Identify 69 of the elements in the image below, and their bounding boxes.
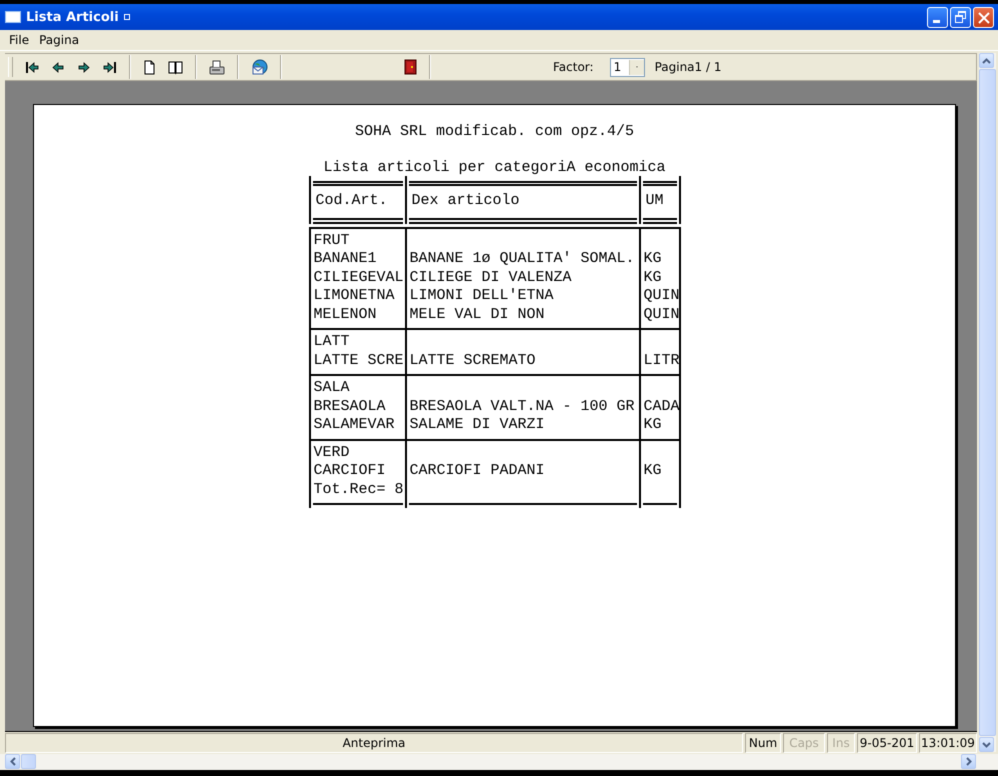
category-code: FRUT	[314, 232, 350, 248]
table-cell: QUIN	[644, 287, 680, 304]
table-cell: CARCIOFI	[314, 462, 386, 479]
chevron-right-icon[interactable]	[966, 757, 972, 766]
scroll-thumb[interactable]	[979, 69, 996, 736]
app-icon	[5, 11, 21, 23]
table-cell: CADA	[644, 398, 680, 414]
table-cell: KG	[644, 250, 662, 267]
restore-button[interactable]	[950, 6, 971, 28]
table-cell: BRESAOLA VALT.NA - 100 GR	[410, 398, 635, 414]
table-cell: LITR	[644, 352, 680, 368]
minimize-button[interactable]	[927, 6, 948, 28]
table-cell: SALAMEVAR	[314, 416, 395, 433]
printer-icon[interactable]	[209, 60, 225, 74]
category-code: SALA	[314, 379, 350, 396]
scroll-thumb[interactable]	[21, 754, 36, 769]
table-cell: KG	[644, 416, 662, 433]
scroll-left-button[interactable]	[5, 754, 20, 769]
table-cell: BRESAOLA	[314, 398, 386, 414]
table-cell: LIMONI DELL'ETNA	[410, 287, 554, 304]
record-total: Tot.Rec= 8	[314, 480, 404, 498]
table-cell: LIMONETNA	[314, 287, 395, 304]
column-header: Cod.Art.	[314, 192, 388, 209]
table-cell: SALAME DI VARZI	[410, 416, 545, 433]
status-date: 9-05-201	[857, 733, 917, 753]
next-page-icon[interactable]	[77, 60, 91, 74]
scroll-up-button[interactable]	[979, 53, 994, 68]
scroll-down-button[interactable]	[979, 737, 994, 752]
table-cell: QUIN	[644, 306, 680, 322]
table-cell: LATTE SCREMATO	[410, 352, 536, 368]
first-page-icon[interactable]	[25, 60, 39, 74]
table-cell: KG	[644, 462, 662, 479]
table-cell: MELENON	[314, 306, 377, 322]
table-cell: LATTE SCRE	[314, 352, 404, 368]
page-indicator: Pagina1 / 1	[654, 60, 722, 74]
key-indicator: Num	[745, 733, 781, 753]
last-page-icon[interactable]	[103, 60, 117, 74]
key-indicator: Caps	[783, 733, 825, 753]
scroll-right-button[interactable]	[961, 754, 976, 769]
table-cell: CARCIOFI PADANI	[410, 462, 545, 479]
table-cell: BANANE1	[314, 250, 377, 267]
table-cell: CILIEGE DI VALENZA	[410, 268, 572, 286]
book-icon[interactable]	[168, 60, 183, 74]
factor-dropdown[interactable]: 1	[610, 58, 645, 76]
report-subtitle: Lista articoli per categoriA economica	[323, 158, 666, 177]
status-time: 13:01:09	[919, 733, 977, 753]
table-cell: MELE VAL DI NON	[410, 306, 545, 322]
square-icon	[124, 14, 130, 20]
key-indicator: Ins	[827, 733, 855, 753]
status-message: Anteprima	[5, 733, 743, 753]
window-title: Lista Articoli	[26, 10, 119, 24]
category-code: LATT	[314, 333, 350, 350]
column-header: UM	[644, 192, 664, 209]
chevron-left-icon[interactable]	[10, 757, 16, 766]
chevron-down-icon[interactable]	[982, 742, 991, 748]
chevron-up-icon[interactable]	[982, 58, 991, 64]
menu-item[interactable]: Pagina	[34, 32, 84, 48]
previous-page-icon[interactable]	[51, 60, 65, 74]
door-icon[interactable]	[404, 59, 417, 75]
table-cell: KG	[644, 268, 662, 286]
category-code: VERD	[314, 444, 350, 460]
report-title: SOHA SRL modificab. com opz.4/5	[354, 123, 634, 142]
globe-mail-icon[interactable]	[251, 59, 268, 75]
table-cell: CILIEGEVAL	[314, 268, 404, 286]
column-header: Dex articolo	[410, 192, 520, 209]
page-icon[interactable]	[143, 60, 156, 74]
factor-label: Factor:	[553, 60, 594, 74]
table-cell: BANANE 1ø QUALITA' SOMAL.	[410, 250, 635, 267]
menu-item[interactable]: File	[4, 32, 34, 48]
